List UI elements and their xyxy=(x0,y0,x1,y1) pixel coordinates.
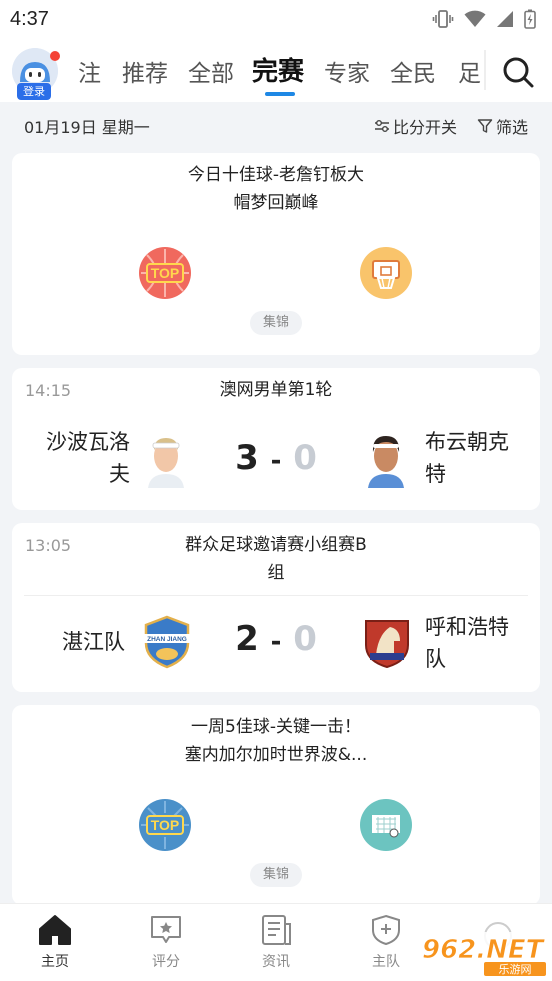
status-icons xyxy=(432,9,536,29)
tab-experts[interactable]: 专家 xyxy=(324,54,370,88)
tabs-divider xyxy=(484,50,486,90)
highlight-title: 今日十佳球-老詹钉板大 帽梦回巅峰 xyxy=(187,165,365,213)
basketball-top-icon: TOP xyxy=(139,247,191,299)
active-tab-indicator xyxy=(265,92,295,96)
search-button[interactable] xyxy=(500,54,536,90)
horse-crest-icon xyxy=(365,620,409,669)
away-team-name: 呼和浩特 队 xyxy=(425,615,509,671)
watermark-sub: 乐游网 xyxy=(499,963,532,976)
nav-home[interactable]: 主页 xyxy=(15,914,95,971)
tab-follow[interactable]: 注 xyxy=(78,54,101,88)
home-team-name: 湛江队 xyxy=(62,630,125,654)
home-score: 3 xyxy=(235,438,259,478)
date-row: 01月19日 星期一 比分开关 筛选 xyxy=(0,102,552,150)
tennis-player-avatar-icon xyxy=(368,436,404,488)
date-actions: 比分开关 筛选 xyxy=(374,114,528,138)
match-score: 3 - 0 xyxy=(226,438,326,478)
highlight-card[interactable]: 今日十佳球-老詹钉板大 帽梦回巅峰 TOP 集锦 xyxy=(12,153,540,355)
football-goal-icon xyxy=(360,799,412,851)
top-logo: TOP xyxy=(139,799,191,851)
match-score: 2 - 0 xyxy=(226,619,326,659)
nav-home-label: 主页 xyxy=(41,954,69,970)
tab-recommend[interactable]: 推荐 xyxy=(122,54,168,88)
status-time: 4:37 xyxy=(10,7,49,30)
highlight-card[interactable]: 一周5佳球-关键一击！ 塞内加尔加时世界波&... TOP 集锦 xyxy=(12,705,540,905)
search-icon xyxy=(503,57,534,88)
shield-plus-icon xyxy=(372,914,400,946)
nav-rating[interactable]: 评分 xyxy=(126,914,206,971)
top-navigation: 登录 注 推荐 全部 完赛 专家 全民 足 xyxy=(0,38,552,102)
login-badge: 登录 xyxy=(17,83,51,100)
watermark-962-logo-icon: 962.NET 乐游网 xyxy=(416,922,546,976)
signal-icon xyxy=(497,11,513,27)
highlight-tag[interactable]: 集锦 xyxy=(250,311,302,335)
filter-label: 筛选 xyxy=(495,118,528,137)
away-player-avatar xyxy=(362,430,410,488)
basketball-hoop-logo xyxy=(360,247,412,299)
divider xyxy=(24,595,528,596)
tab-finished[interactable]: 完赛 xyxy=(252,51,304,88)
tab-public[interactable]: 全民 xyxy=(390,54,436,88)
vibrate-icon xyxy=(432,10,454,28)
home-team-logo: ZHAN JIANG xyxy=(140,615,194,669)
current-date: 01月19日 星期一 xyxy=(24,118,150,137)
score-toggle-label: 比分开关 xyxy=(392,118,457,137)
match-card[interactable]: 14:15 澳网男单第1轮 沙波瓦洛 夫 3 - 0 布云朝克 特 xyxy=(12,368,540,510)
away-team-logo xyxy=(360,615,414,669)
nav-news-label: 资讯 xyxy=(262,954,290,970)
highlight-tag[interactable]: 集锦 xyxy=(250,863,302,887)
login-avatar-button[interactable]: 登录 xyxy=(12,48,60,100)
away-score: 0 xyxy=(293,619,317,659)
highlight-title: 一周5佳球-关键一击！ 塞内加尔加时世界波&... xyxy=(184,717,368,765)
tab-all[interactable]: 全部 xyxy=(188,54,234,88)
nav-rating-label: 评分 xyxy=(152,954,180,970)
filter-icon xyxy=(477,119,493,133)
match-time: 13:05 xyxy=(25,536,72,555)
watermark-text: 962.NET xyxy=(422,935,546,965)
battery-icon xyxy=(524,9,536,29)
sliders-icon xyxy=(374,120,389,132)
home-team-name: 沙波瓦洛 夫 xyxy=(46,430,130,486)
score-separator: - xyxy=(270,446,282,476)
score-toggle-button[interactable]: 比分开关 xyxy=(374,114,457,138)
news-icon xyxy=(262,915,291,945)
match-title: 澳网男单第1轮 xyxy=(219,380,333,400)
basketball-hoop-icon xyxy=(360,247,412,299)
home-team-logo-text: ZHAN JIANG xyxy=(147,636,187,643)
home-team-name-wrap: 沙波瓦洛 夫 xyxy=(22,426,130,490)
notification-dot xyxy=(50,51,60,61)
football-goal-logo xyxy=(360,799,412,851)
home-score: 2 xyxy=(235,619,259,659)
football-top-icon: TOP xyxy=(139,799,191,851)
score-separator: - xyxy=(270,627,282,657)
status-bar: 4:37 xyxy=(0,0,552,38)
tennis-player-avatar-icon xyxy=(148,438,184,488)
away-team-name: 布云朝克 特 xyxy=(425,430,509,486)
filter-button[interactable]: 筛选 xyxy=(477,114,528,138)
watermark-logo: 962.NET 乐游网 xyxy=(414,922,548,976)
top-logo: TOP xyxy=(139,247,191,299)
home-icon xyxy=(39,915,71,945)
home-player-avatar xyxy=(142,430,190,488)
wifi-icon xyxy=(464,10,486,27)
tab-football[interactable]: 足 xyxy=(458,54,481,88)
nav-news[interactable]: 资讯 xyxy=(236,914,316,971)
match-time: 14:15 xyxy=(25,381,72,400)
zhanjiang-crest-icon: ZHAN JIANG xyxy=(142,615,192,669)
match-title: 群众足球邀请赛小组赛B 组 xyxy=(185,535,367,583)
top-logo-text: TOP xyxy=(151,817,180,833)
away-score: 0 xyxy=(293,438,317,478)
match-card[interactable]: 13:05 群众足球邀请赛小组赛B 组 湛江队 ZHAN JIANG 2 - 0… xyxy=(12,523,540,692)
rating-icon xyxy=(151,916,181,943)
top-logo-text: TOP xyxy=(151,265,180,281)
